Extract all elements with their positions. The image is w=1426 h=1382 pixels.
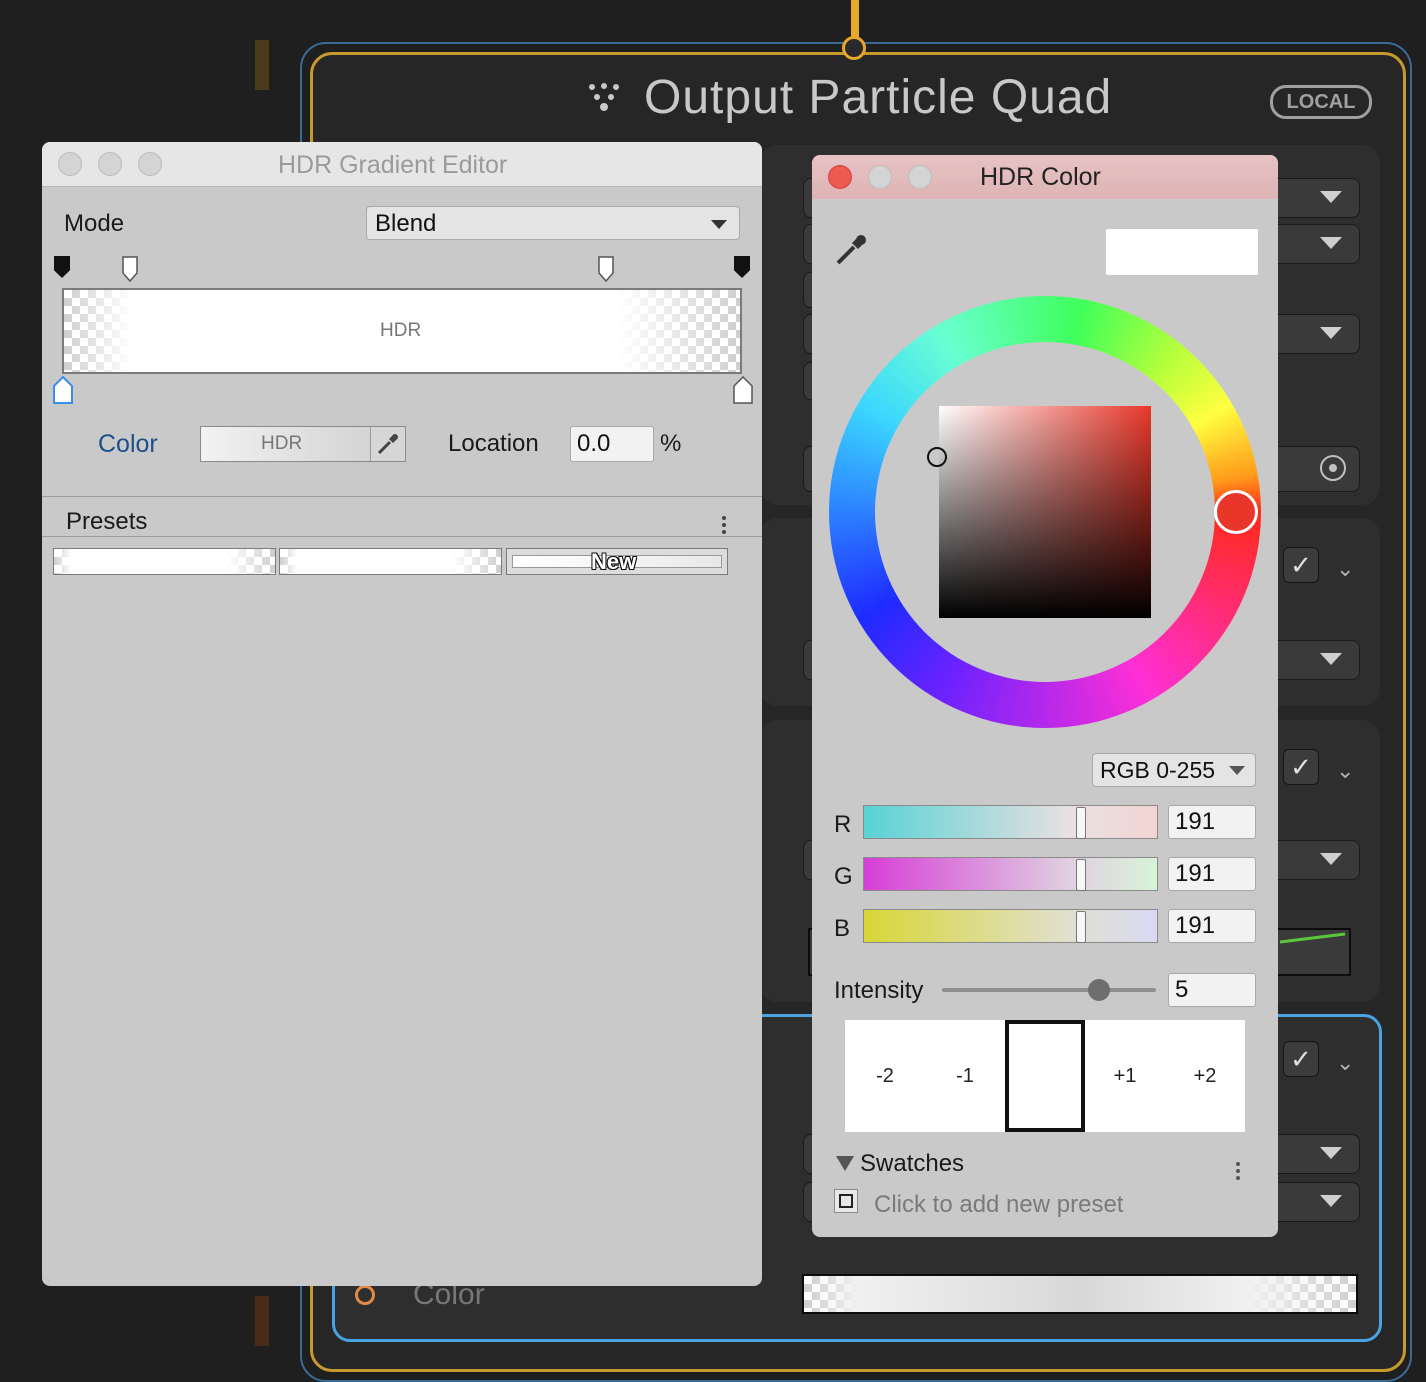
exposure-swatch[interactable]: -1 — [925, 1020, 1005, 1132]
zoom-button[interactable] — [908, 165, 932, 189]
bg-dropdown-4-arrow — [1320, 327, 1342, 339]
intensity-input[interactable]: 5 — [1168, 973, 1256, 1007]
r-channel-label: R — [834, 811, 852, 838]
g-channel-label: G — [834, 863, 853, 890]
b-channel-label: B — [834, 915, 851, 942]
color-key-marker-selected[interactable] — [53, 375, 73, 404]
hdr-color-window[interactable]: HDR Color RGB 0-255 R 191 G 191 B 191 In… — [812, 155, 1278, 1237]
color-label: Color — [98, 430, 158, 458]
alpha-key-marker[interactable] — [122, 256, 138, 283]
alpha-key-marker[interactable] — [598, 256, 614, 283]
left-connector-top — [255, 40, 269, 90]
preset-swatch[interactable] — [279, 548, 502, 575]
divider — [42, 496, 762, 497]
mode-label: Mode — [64, 210, 125, 237]
intensity-slider-thumb[interactable] — [1088, 979, 1110, 1001]
b-slider-thumb[interactable] — [1076, 911, 1086, 943]
close-button[interactable] — [58, 152, 82, 176]
g-slider-thumb[interactable] — [1076, 859, 1086, 891]
block-4-chevron-icon[interactable]: ⌄ — [1336, 1050, 1354, 1076]
left-connector-bottom — [255, 1296, 269, 1346]
exposure-swatch[interactable]: +2 — [1165, 1020, 1245, 1132]
color-input-port[interactable] — [355, 1285, 375, 1305]
g-channel-slider[interactable] — [863, 857, 1158, 891]
color-mode-dropdown[interactable]: RGB 0-255 — [1092, 753, 1256, 787]
hue-picker-handle[interactable] — [1214, 490, 1258, 534]
alpha-key-marker[interactable] — [734, 256, 750, 278]
eyedropper-icon[interactable] — [370, 427, 405, 461]
r-channel-input[interactable]: 191 — [1168, 805, 1256, 839]
color-gradient-field[interactable] — [802, 1274, 1358, 1314]
swatches-menu-icon[interactable] — [1236, 1162, 1242, 1186]
g-channel-input[interactable]: 191 — [1168, 857, 1256, 891]
add-preset-hint[interactable]: Click to add new preset — [874, 1191, 1123, 1219]
color-mode-value: RGB 0-255 — [1100, 757, 1216, 783]
location-input[interactable]: 0.0 — [570, 426, 654, 462]
b-channel-slider[interactable] — [863, 909, 1158, 943]
flow-input-port[interactable] — [842, 36, 866, 60]
block-2-chevron-icon[interactable]: ⌄ — [1336, 556, 1354, 582]
color-preview-swatch — [1106, 229, 1258, 275]
location-label: Location — [448, 430, 539, 457]
exposure-swatch-current[interactable] — [1005, 1020, 1085, 1132]
intensity-slider[interactable] — [942, 979, 1156, 1001]
intensity-label: Intensity — [834, 977, 924, 1004]
bg-dropdown-6-arrow — [1320, 653, 1342, 665]
flow-wire — [851, 0, 859, 40]
exposure-swatches: -2 -1 +1 +2 — [845, 1020, 1245, 1132]
minimize-button[interactable] — [98, 152, 122, 176]
block-3-chevron-icon[interactable]: ⌄ — [1336, 758, 1354, 784]
bg-dropdown-9-arrow — [1320, 1195, 1342, 1207]
color-key-marker[interactable] — [733, 375, 753, 404]
color-swatch-field[interactable]: HDR — [200, 426, 406, 462]
bg-dropdown-2-arrow — [1320, 237, 1342, 249]
alpha-key-marker[interactable] — [54, 256, 70, 278]
mode-dropdown[interactable]: Blend — [366, 206, 740, 240]
close-button[interactable] — [828, 165, 852, 189]
eyedropper-icon[interactable] — [832, 229, 872, 269]
hdr-color-title: HDR Color — [980, 163, 1101, 191]
gradient-editor-title: HDR Gradient Editor — [278, 151, 508, 179]
saturation-value-square[interactable] — [939, 406, 1151, 618]
block-2-enabled-checkbox[interactable]: ✓ — [1283, 547, 1319, 583]
sv-picker-handle[interactable] — [927, 447, 947, 467]
exposure-swatch[interactable]: -2 — [845, 1020, 925, 1132]
new-preset-button[interactable]: New — [506, 548, 728, 575]
r-channel-slider[interactable] — [863, 805, 1158, 839]
r-slider-thumb[interactable] — [1076, 807, 1086, 839]
block-3-enabled-checkbox[interactable]: ✓ — [1283, 749, 1319, 785]
node-title: Output Particle Quad — [644, 71, 1113, 124]
bg-dropdown-8-arrow — [1320, 1147, 1342, 1159]
bg-dropdown-1-arrow — [1320, 191, 1342, 203]
minimize-button[interactable] — [868, 165, 892, 189]
block-4-enabled-checkbox[interactable]: ✓ — [1283, 1041, 1319, 1077]
add-preset-button[interactable] — [834, 1189, 858, 1213]
divider — [42, 536, 762, 537]
presets-label: Presets — [66, 508, 148, 535]
particle-icon — [586, 82, 622, 112]
gradient-preview[interactable]: HDR — [62, 288, 742, 374]
swatches-label[interactable]: Swatches — [860, 1150, 964, 1178]
gradient-preview-label: HDR — [380, 320, 422, 341]
new-preset-label: New — [591, 549, 637, 574]
chevron-down-icon — [711, 220, 727, 229]
local-badge[interactable]: LOCAL — [1270, 85, 1372, 119]
hdr-gradient-editor-window[interactable]: HDR Gradient Editor Mode Blend HDR Color… — [42, 142, 762, 1286]
color-swatch-label: HDR — [261, 433, 303, 454]
zoom-button[interactable] — [138, 152, 162, 176]
preset-swatch[interactable] — [53, 548, 276, 575]
swatches-foldout-icon[interactable] — [836, 1156, 854, 1171]
b-channel-input[interactable]: 191 — [1168, 909, 1256, 943]
location-unit: % — [660, 430, 682, 457]
bg-dropdown-7-arrow — [1320, 853, 1342, 865]
object-picker-icon[interactable] — [1320, 455, 1346, 481]
chevron-down-icon — [1229, 766, 1245, 775]
mode-value: Blend — [375, 210, 437, 237]
exposure-swatch[interactable]: +1 — [1085, 1020, 1165, 1132]
